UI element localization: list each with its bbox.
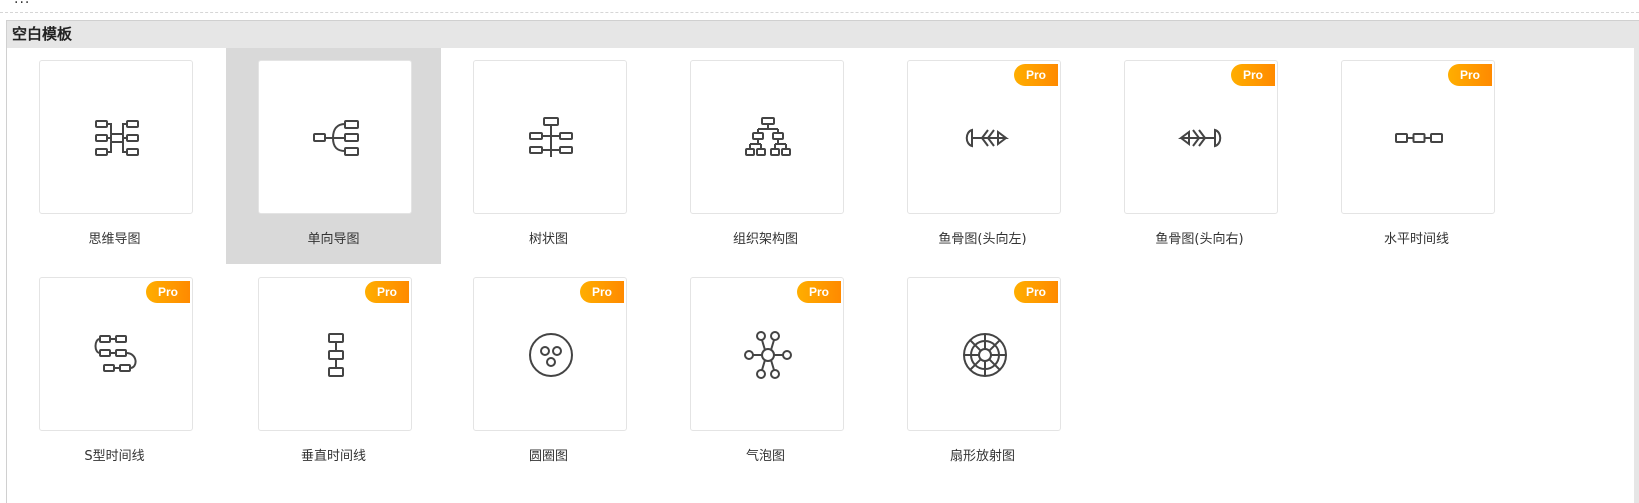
template-card[interactable]: Pro [907, 277, 1061, 431]
template-tree-chart[interactable]: 树状图 [441, 48, 656, 264]
vertical-timeline-icon [328, 333, 344, 377]
template-label: 鱼骨图(头向左) [938, 232, 1027, 247]
pro-badge: Pro [1014, 64, 1058, 86]
pro-badge: Pro [580, 281, 624, 303]
template-card[interactable]: Pro [1341, 60, 1495, 214]
template-card[interactable]: Pro [1124, 60, 1278, 214]
template-fishbone-left[interactable]: Pro 鱼骨图(头向左) [875, 48, 1090, 264]
template-label: S型时间线 [84, 449, 145, 464]
bubble-map-icon [744, 331, 792, 379]
template-s-timeline[interactable]: Pro S型时间线 [7, 265, 222, 481]
pro-badge: Pro [1014, 281, 1058, 303]
template-org-chart[interactable]: 组织架构图 [658, 48, 873, 264]
cut-off-section-title: ... [14, 0, 30, 7]
template-label: 思维导图 [88, 232, 141, 247]
template-label: 水平时间线 [1383, 232, 1449, 247]
top-section-divider: ... [0, 0, 1639, 13]
radial-fan-icon [963, 333, 1007, 377]
template-card[interactable]: Pro [690, 277, 844, 431]
template-card[interactable]: Pro [907, 60, 1061, 214]
fishbone-right-icon [1178, 128, 1222, 148]
template-card[interactable]: Pro [258, 277, 412, 431]
template-bubble-map[interactable]: Pro 气泡图 [658, 265, 873, 481]
template-label: 单向导图 [307, 232, 360, 247]
panel-title: 空白模板 [7, 21, 1639, 48]
template-card[interactable]: Pro [39, 277, 193, 431]
mind-map-icon [95, 120, 139, 156]
pro-badge: Pro [1448, 64, 1492, 86]
one-way-map-icon [313, 120, 359, 156]
template-card[interactable]: Pro [473, 277, 627, 431]
template-label: 扇形放射图 [949, 449, 1015, 464]
blank-templates-panel: 空白模板 思维导图 单向导图 树状图 组织架构图 Pro 鱼骨图(头向左) Pr… [6, 20, 1639, 503]
template-page: ... 空白模板 思维导图 [0, 0, 1639, 503]
pro-badge: Pro [146, 281, 190, 303]
circle-map-icon [529, 333, 573, 377]
template-label: 垂直时间线 [300, 449, 366, 464]
template-label: 气泡图 [745, 449, 785, 464]
tree-chart-icon [529, 117, 573, 157]
template-card[interactable] [473, 60, 627, 214]
pro-badge: Pro [365, 281, 409, 303]
s-timeline-icon [94, 335, 137, 372]
template-label: 鱼骨图(头向右) [1155, 232, 1244, 247]
template-mind-map[interactable]: 思维导图 [7, 48, 222, 264]
fishbone-left-icon [965, 128, 1009, 148]
template-label: 树状图 [528, 232, 568, 247]
template-radial-fan[interactable]: Pro 扇形放射图 [875, 265, 1090, 481]
template-card[interactable] [39, 60, 193, 214]
template-card[interactable] [690, 60, 844, 214]
pro-badge: Pro [797, 281, 841, 303]
org-chart-icon [745, 117, 791, 156]
pro-badge: Pro [1231, 64, 1275, 86]
template-vertical-timeline[interactable]: Pro 垂直时间线 [226, 265, 441, 481]
template-label: 组织架构图 [732, 232, 798, 247]
template-one-way-map[interactable]: 单向导图 [226, 48, 441, 264]
template-card[interactable] [258, 60, 412, 214]
horizontal-timeline-icon [1395, 133, 1443, 143]
template-fishbone-right[interactable]: Pro 鱼骨图(头向右) [1092, 48, 1307, 264]
template-circle-map[interactable]: Pro 圆圈图 [441, 265, 656, 481]
template-horizontal-timeline[interactable]: Pro 水平时间线 [1309, 48, 1524, 264]
template-label: 圆圈图 [528, 449, 568, 464]
scrollbar-track[interactable] [1634, 48, 1639, 503]
